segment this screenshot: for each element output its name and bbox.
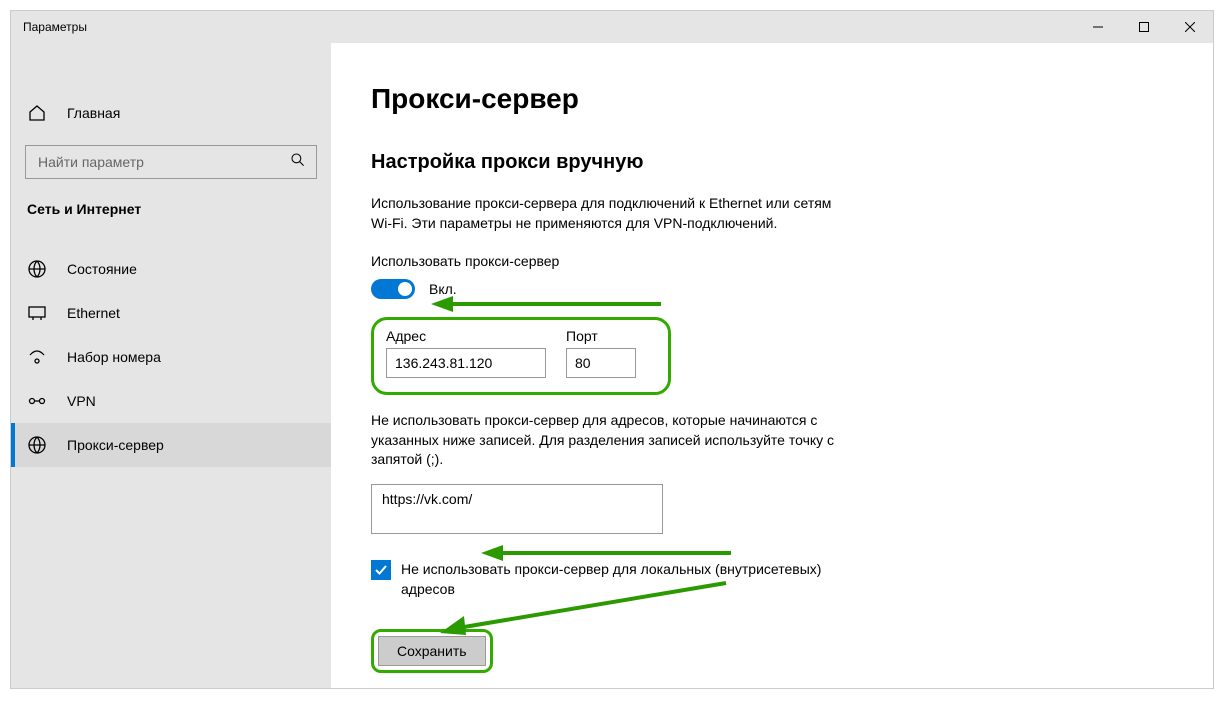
bypass-local-checkbox[interactable] (371, 560, 391, 580)
proxy-icon (27, 435, 47, 455)
sidebar-category: Сеть и Интернет (11, 201, 331, 217)
sidebar-item-ethernet[interactable]: Ethernet (11, 291, 331, 335)
sidebar-item-proxy[interactable]: Прокси-сервер (11, 423, 331, 467)
port-label: Порт (566, 328, 636, 344)
minimize-button[interactable] (1075, 11, 1121, 43)
search-input[interactable] (36, 153, 290, 171)
window-title: Параметры (23, 20, 87, 34)
use-proxy-label: Использовать прокси-сервер (371, 253, 1173, 269)
vpn-icon (27, 391, 47, 411)
exceptions-input[interactable] (371, 484, 663, 534)
sidebar-home[interactable]: Главная (11, 93, 331, 133)
save-button[interactable]: Сохранить (378, 636, 486, 666)
status-icon (27, 259, 47, 279)
use-proxy-toggle[interactable] (371, 279, 415, 299)
page-title: Прокси-сервер (371, 83, 1173, 115)
address-port-group: Адрес Порт (371, 317, 671, 395)
sidebar-item-label: Состояние (67, 261, 137, 277)
sidebar-item-label: Набор номера (67, 349, 161, 365)
content-area: Прокси-сервер Настройка прокси вручную И… (331, 43, 1213, 688)
maximize-button[interactable] (1121, 11, 1167, 43)
sidebar-item-dialup[interactable]: Набор номера (11, 335, 331, 379)
sidebar-item-status[interactable]: Состояние (11, 247, 331, 291)
toggle-state-label: Вкл. (429, 281, 457, 297)
exceptions-hint: Не использовать прокси-сервер для адресо… (371, 411, 841, 470)
home-icon (27, 103, 47, 123)
window-controls (1075, 11, 1213, 43)
sidebar-item-label: Ethernet (67, 305, 120, 321)
search-box[interactable] (25, 145, 317, 179)
bypass-local-label: Не использовать прокси-сервер для локаль… (401, 560, 841, 599)
titlebar: Параметры (11, 11, 1213, 43)
port-input[interactable] (566, 348, 636, 378)
save-button-highlight: Сохранить (371, 629, 493, 673)
ethernet-icon (27, 303, 47, 323)
settings-window: Параметры Главная (10, 10, 1214, 689)
sidebar-item-label: Прокси-сервер (67, 437, 164, 453)
close-button[interactable] (1167, 11, 1213, 43)
dialup-icon (27, 347, 47, 367)
sidebar-item-label: VPN (67, 393, 96, 409)
address-input[interactable] (386, 348, 546, 378)
sidebar-home-label: Главная (67, 105, 120, 121)
sidebar-item-vpn[interactable]: VPN (11, 379, 331, 423)
address-label: Адрес (386, 328, 546, 344)
search-icon (290, 152, 306, 173)
section-description: Использование прокси-сервера для подключ… (371, 194, 841, 233)
section-title: Настройка прокси вручную (371, 151, 1173, 174)
sidebar: Главная Сеть и Интернет Состояние (11, 43, 331, 688)
